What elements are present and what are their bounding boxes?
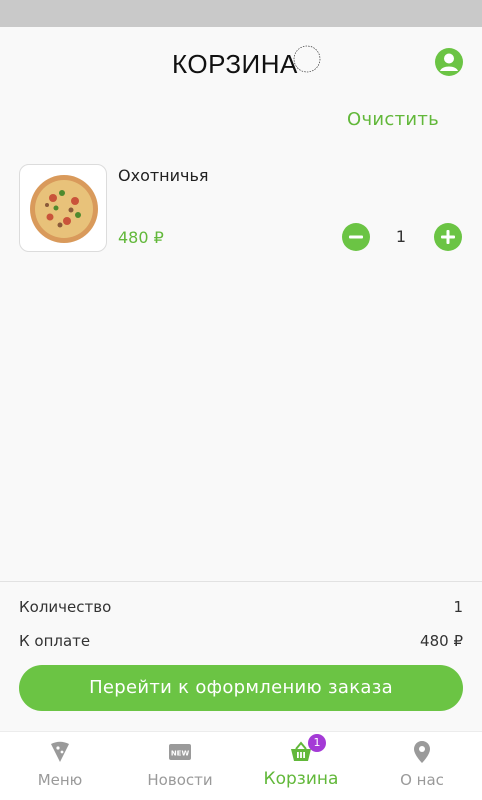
quantity-value: 1 bbox=[395, 227, 407, 246]
pizza-slice-icon bbox=[51, 741, 69, 762]
summary-total-label: К оплате bbox=[19, 632, 91, 650]
summary-quantity-value: 1 bbox=[453, 598, 463, 616]
location-pin-icon bbox=[414, 741, 430, 763]
cart-count-badge: 1 bbox=[308, 734, 326, 752]
plus-icon bbox=[441, 230, 455, 244]
minus-icon bbox=[349, 235, 363, 239]
status-bar bbox=[0, 0, 482, 27]
cart-item: Охотничья 480 ₽ 1 bbox=[0, 160, 482, 260]
tab-label: О нас bbox=[400, 771, 444, 789]
header: КОРЗИНА bbox=[0, 27, 482, 97]
decrease-quantity-button[interactable] bbox=[342, 223, 370, 251]
bottom-tab-bar: Меню NEW Новости 1 Корзина О нас bbox=[0, 731, 482, 800]
logo-ring-icon bbox=[293, 45, 321, 73]
item-price: 480 ₽ bbox=[118, 228, 164, 247]
tab-label: Новости bbox=[147, 771, 213, 789]
item-name: Охотничья bbox=[118, 166, 209, 185]
checkout-button[interactable]: Перейти к оформлению заказа bbox=[19, 665, 463, 711]
user-circle-icon[interactable] bbox=[434, 47, 464, 77]
page-title: КОРЗИНА bbox=[172, 49, 298, 79]
tab-label: Меню bbox=[37, 771, 83, 789]
tab-news[interactable]: NEW Новости bbox=[120, 732, 240, 800]
pizza-image bbox=[19, 164, 107, 252]
order-summary: Количество 1 К оплате 480 ₽ Перейти к оф… bbox=[0, 581, 482, 731]
tab-label: Корзина bbox=[263, 769, 339, 789]
clear-cart-button[interactable]: Очистить bbox=[347, 109, 439, 130]
new-badge-icon: NEW bbox=[169, 744, 191, 760]
tab-about[interactable]: О нас bbox=[362, 732, 482, 800]
svg-text:NEW: NEW bbox=[171, 750, 190, 758]
summary-total-value: 480 ₽ bbox=[420, 632, 463, 650]
summary-quantity-label: Количество bbox=[19, 598, 112, 616]
tab-cart[interactable]: 1 Корзина bbox=[241, 732, 361, 800]
increase-quantity-button[interactable] bbox=[434, 223, 462, 251]
tab-menu[interactable]: Меню bbox=[0, 732, 120, 800]
